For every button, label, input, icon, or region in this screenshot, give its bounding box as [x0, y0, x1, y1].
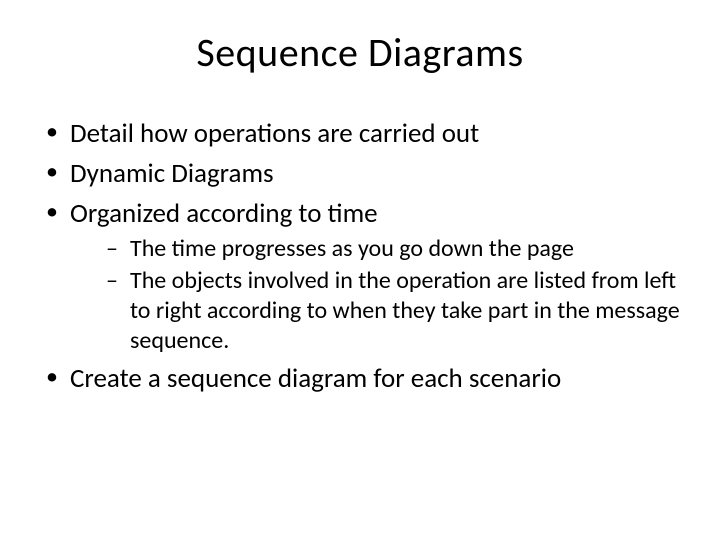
sub-bullet-item: The objects involved in the operation ar…: [106, 266, 690, 356]
bullet-item: Organized according to time The time pro…: [42, 197, 690, 357]
sub-bullet-item: The time progresses as you go down the p…: [106, 234, 690, 264]
bullet-item: Create a sequence diagram for each scena…: [42, 362, 690, 396]
bullet-item: Dynamic Diagrams: [42, 157, 690, 191]
bullet-list: Detail how operations are carried out Dy…: [30, 117, 690, 396]
bullet-text: Organized according to time: [70, 197, 378, 230]
slide-title: Sequence Diagrams: [30, 28, 690, 77]
bullet-item: Detail how operations are carried out: [42, 117, 690, 151]
sub-bullet-list: The time progresses as you go down the p…: [70, 234, 690, 356]
